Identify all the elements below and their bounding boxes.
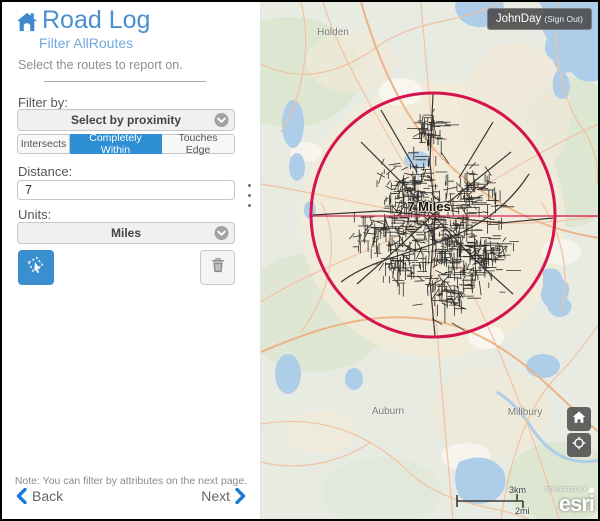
chevron-down-icon xyxy=(214,113,229,128)
tab-intersects[interactable]: Intersects xyxy=(17,134,70,154)
esri-attribution: POWERED BY esri xyxy=(545,488,594,516)
distance-input[interactable] xyxy=(17,180,235,200)
scale-bar: 3km 2mi xyxy=(451,485,541,517)
place-label-millbury: Millbury xyxy=(508,407,542,418)
next-button[interactable]: Next xyxy=(201,488,246,504)
chevron-right-icon xyxy=(235,488,246,504)
clear-selection-button[interactable] xyxy=(200,250,235,285)
instruction-text: Select the routes to report on. xyxy=(18,58,183,72)
chevron-down-icon xyxy=(214,226,229,241)
lasso-select-icon xyxy=(25,254,47,281)
app-window: Road Log Filter AllRoutes Select the rou… xyxy=(0,0,600,521)
back-button[interactable]: Back xyxy=(16,488,63,504)
units-select[interactable]: Miles xyxy=(17,222,235,244)
locate-button[interactable] xyxy=(567,433,591,457)
place-label-holden: Holden xyxy=(317,27,349,38)
sign-out-link[interactable]: (Sign Out) xyxy=(544,14,583,24)
units-select-value: Miles xyxy=(111,226,141,240)
page-subtitle: Filter AllRoutes xyxy=(39,35,133,51)
tab-touches-edge[interactable]: Touches Edge xyxy=(162,134,235,154)
back-label: Back xyxy=(32,488,63,504)
page-title: Road Log xyxy=(42,6,150,35)
panel-resize-handle[interactable] xyxy=(248,184,251,207)
trash-icon xyxy=(208,255,228,280)
username: JohnDay xyxy=(496,13,541,25)
filter-by-label: Filter by: xyxy=(18,95,68,110)
map-area[interactable]: Holden Auburn Millbury 7 Miles JohnDay (Si… xyxy=(261,2,598,519)
next-label: Next xyxy=(201,488,230,504)
esri-logo: esri xyxy=(545,493,594,515)
proximity-select-value: Select by proximity xyxy=(71,113,181,127)
scale-km-label: 3km xyxy=(509,485,526,495)
app-home-icon xyxy=(16,11,38,33)
select-on-map-button[interactable] xyxy=(18,250,54,285)
divider xyxy=(44,81,206,82)
units-label: Units: xyxy=(18,207,51,222)
place-label-auburn: Auburn xyxy=(372,406,404,417)
note-text: Note: You can filter by attributes on th… xyxy=(2,475,260,487)
basemap xyxy=(261,2,598,519)
distance-label: Distance: xyxy=(18,164,72,179)
chevron-left-icon xyxy=(16,488,27,504)
left-panel: Road Log Filter AllRoutes Select the rou… xyxy=(2,2,261,519)
buffer-distance-label: 7 Miles xyxy=(407,199,450,214)
home-extent-button[interactable] xyxy=(567,407,591,431)
home-icon xyxy=(572,410,586,429)
spatial-relationship-tabs: IntersectsCompletely WithinTouches Edge xyxy=(17,134,235,154)
tab-completely-within[interactable]: Completely Within xyxy=(70,134,162,154)
proximity-select[interactable]: Select by proximity xyxy=(17,109,235,131)
locate-icon xyxy=(572,436,586,455)
scale-mi-label: 2mi xyxy=(515,506,530,516)
user-menu-button[interactable]: JohnDay (Sign Out) xyxy=(487,8,592,30)
